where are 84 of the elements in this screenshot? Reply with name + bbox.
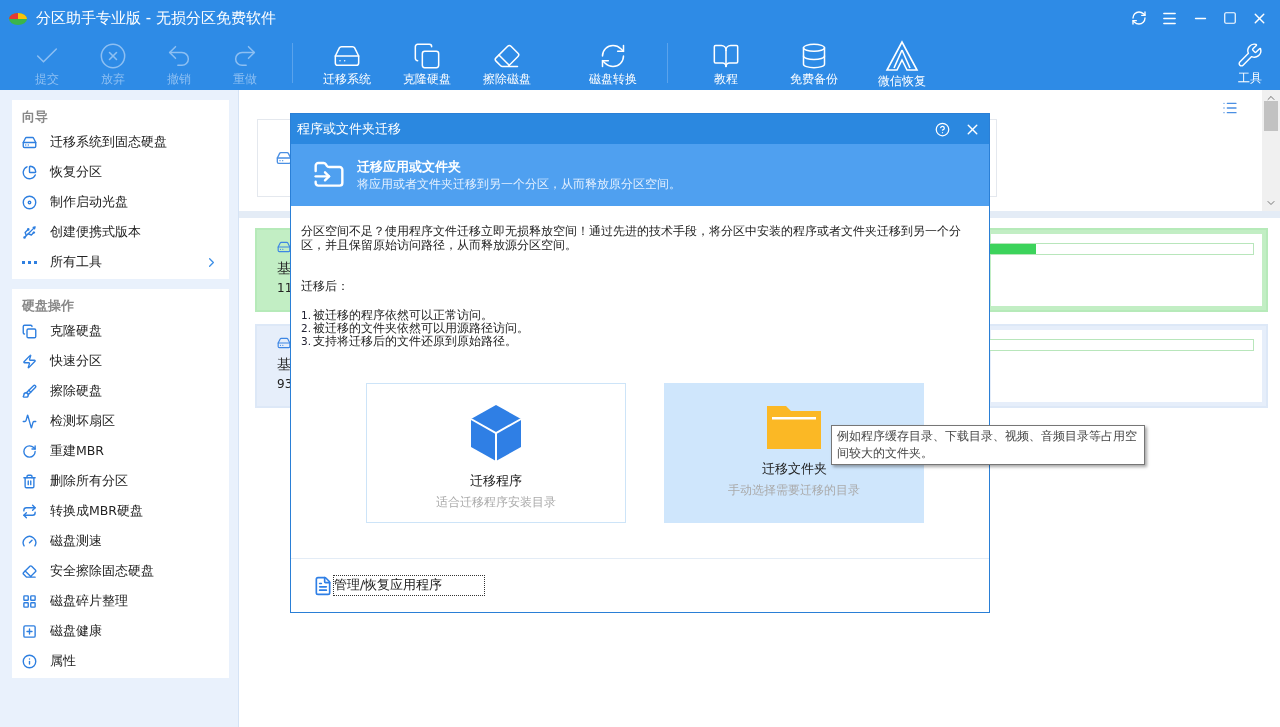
option-title: 迁移文件夹 [761,460,827,479]
header-title: 迁移应用或文件夹 [357,157,462,176]
wrench-icon [1237,42,1263,68]
option-subtitle: 适合迁移程序安装目录 [436,494,556,511]
drive-icon [276,150,292,166]
sidebar-item[interactable]: 快速分区 [12,346,229,376]
sidebar-item[interactable]: 安全擦除固态硬盘 [12,556,229,586]
gauge-icon [22,533,37,549]
database-icon [800,41,828,70]
disk-size: 11 [277,280,291,297]
section-heading: 硬盘操作 [21,297,75,315]
list-text: 被迁移的文件夹依然可以用源路径访问。 [313,322,530,336]
disk-name: 基 [277,355,291,374]
sidebar-item[interactable]: 擦除硬盘 [12,376,229,406]
toolbar-button[interactable]: 擦除磁盘 [467,38,547,88]
sidebar-item[interactable]: 磁盘碎片整理 [12,586,229,616]
trash-icon [22,473,37,489]
triangle-logo-icon [885,39,919,72]
sidebar-item[interactable]: 迁移系统到固态硬盘 [12,127,229,157]
toolbar-button[interactable]: 克隆硬盘 [387,38,467,88]
section-label: 迁移后： [301,278,350,295]
sidebar-item[interactable]: 删除所有分区 [12,466,229,496]
cube-icon [470,404,522,463]
sidebar-item[interactable]: 所有工具 [12,247,229,277]
toolbar-button[interactable]: 微信恢复 [862,38,942,88]
sidebar-item[interactable]: 创建便携式版本 [12,217,229,247]
maximize-icon[interactable] [1223,11,1237,25]
sidebar-item[interactable]: 恢复分区 [12,157,229,187]
app-logo-icon [8,10,28,26]
toolbar-button[interactable]: 磁盘转换 [573,38,653,88]
list-text: 支持将迁移后的文件还原到原始路径。 [313,335,518,349]
sidebar-item[interactable]: 重建MBR [12,436,229,466]
sidebar-item[interactable]: 磁盘健康 [12,616,229,646]
toolbar-button[interactable]: 免费备份 [774,38,854,88]
drive-icon [277,240,291,254]
drive-icon [22,134,37,150]
tools-button[interactable]: 工具 [1230,42,1270,84]
sidebar-item[interactable]: 检测坏扇区 [12,406,229,436]
disk-name: 基 [277,259,291,278]
help-icon[interactable] [935,121,950,137]
sidebar-item[interactable]: 属性 [12,646,229,676]
copy-icon [413,41,441,70]
repeat-icon [22,503,37,519]
toolbar-button[interactable]: 教程 [686,38,766,88]
list-number: 2. [301,322,312,336]
intro-paragraph: 分区空间不足？使用程序文件迁移立即无损释放空间！通过先进的技术手段，将分区中安装的程序或者文件夹迁移到另一个分区，并且保留原始访问路径，从而释放源分区空间。 [301,224,962,252]
toolbar-button[interactable]: 迁移系统 [307,38,387,88]
list-text: 被迁移的程序依然可以正常访问。 [313,309,494,323]
info-icon [22,653,37,669]
scroll-thumb[interactable] [1264,100,1278,131]
list-number: 1. [301,309,312,323]
disc-icon [22,194,37,210]
pulse-icon [22,413,37,429]
manage-apps-link[interactable]: 管理/恢复应用程序 [333,575,485,596]
scrollbar[interactable] [1262,90,1280,211]
sidebar-item[interactable]: 克隆硬盘 [12,316,229,346]
sidebar-item[interactable]: 磁盘测速 [12,526,229,556]
eraser-icon [22,563,37,579]
sidebar-item[interactable]: 转换成MBR硬盘 [12,496,229,526]
rotate-icon [22,443,37,459]
header-subtitle: 将应用或者文件夹迁移到另一个分区，从而释放原分区空间。 [357,176,681,194]
usb-drive-icon [22,224,37,240]
plus-square-icon [22,623,37,639]
document-list-icon [313,575,333,596]
brush-icon [22,383,37,399]
dots-icon [22,260,37,264]
dialog-title: 程序或文件夹迁移 [297,119,401,138]
pie-chart-icon [22,164,37,180]
view-toggle-icon[interactable] [1222,100,1238,116]
copy-icon [22,323,37,339]
drive-icon [277,336,291,350]
sidebar-item[interactable]: 制作启动光盘 [12,187,229,217]
option-title: 迁移程序 [470,472,522,491]
option-subtitle: 手动选择需要迁移的目录 [728,482,860,499]
window-title: 分区助手专业版 - 无损分区免费软件 [36,7,276,29]
tooltip: 例如程序缓存目录、下载目录、视频、音频目录等占用空间较大的文件夹。 [831,425,1145,465]
cancel-circle-icon [99,41,127,70]
refresh-icon[interactable] [1131,10,1147,26]
grid-icon [22,593,37,609]
section-heading: 向导 [21,108,49,126]
lightning-icon [22,353,37,369]
option-card[interactable]: 迁移程序 适合迁移程序安装目录 [366,383,626,524]
folder-icon [766,404,822,451]
list-number: 3. [301,335,312,349]
